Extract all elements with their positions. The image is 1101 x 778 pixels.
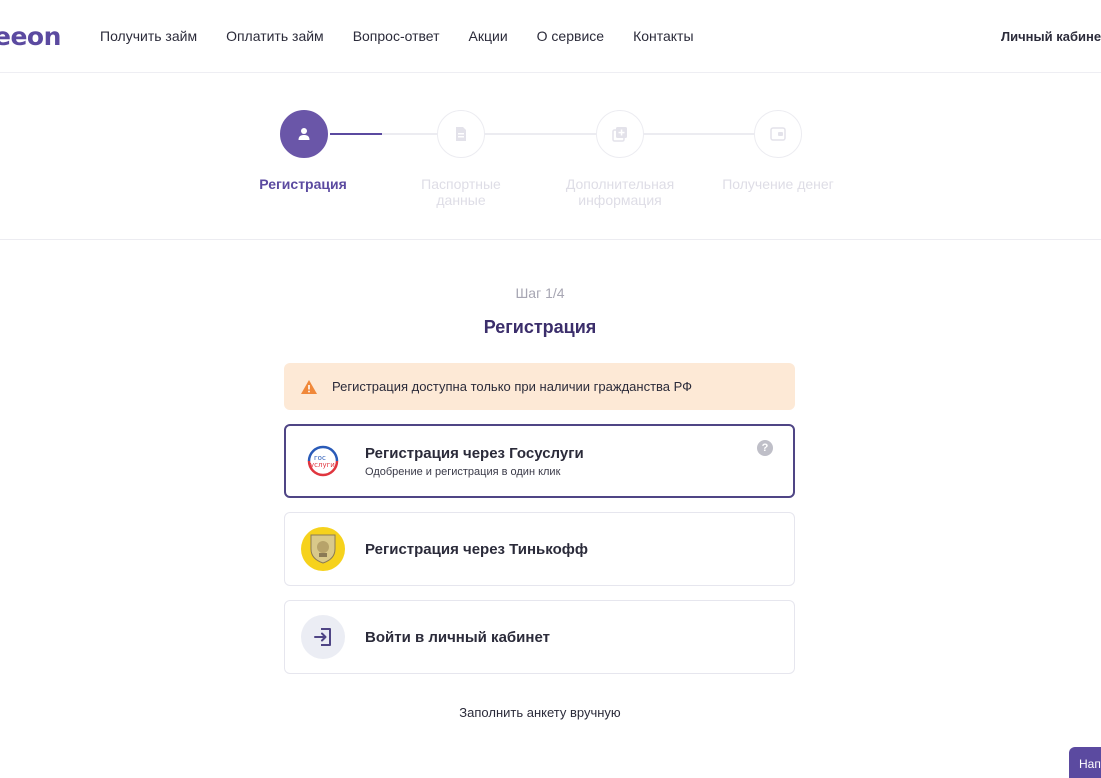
stepper-line bbox=[644, 133, 754, 135]
nav-pay-loan[interactable]: Оплатить займ bbox=[226, 28, 324, 44]
warning-icon bbox=[301, 379, 317, 394]
wallet-icon bbox=[770, 127, 786, 141]
site-header: eeon Получить займ Оплатить займ Вопрос-… bbox=[0, 0, 1101, 72]
nav-faq[interactable]: Вопрос-ответ bbox=[353, 28, 440, 44]
nav-about[interactable]: О сервисе bbox=[537, 28, 604, 44]
stepper-progress-line bbox=[330, 133, 382, 135]
tinkoff-shield-icon bbox=[310, 534, 336, 564]
login-option-title: Войти в личный кабинет bbox=[365, 628, 550, 646]
nav-get-loan[interactable]: Получить займ bbox=[100, 28, 197, 44]
step-label-registration: Регистрация bbox=[259, 176, 347, 192]
user-icon bbox=[298, 128, 310, 140]
logo[interactable]: eeon bbox=[0, 22, 61, 51]
tinkoff-option-title: Регистрация через Тинькофф bbox=[365, 540, 588, 558]
login-icon bbox=[301, 615, 345, 659]
step-label-get-money: Получение денег bbox=[722, 176, 834, 192]
main-nav: Получить займ Оплатить займ Вопрос-ответ… bbox=[100, 28, 723, 44]
citizenship-warning: Регистрация доступна только при наличии … bbox=[284, 363, 795, 410]
gosuslugi-registration-button[interactable]: гос услуги Регистрация через Госуслуги О… bbox=[284, 424, 795, 498]
step-counter: Шаг 1/4 bbox=[515, 285, 565, 301]
nav-promotions[interactable]: Акции bbox=[469, 28, 508, 44]
step-registration bbox=[280, 110, 328, 158]
page-title: Регистрация bbox=[483, 317, 597, 337]
personal-cabinet-link[interactable]: Личный кабине bbox=[1001, 29, 1101, 44]
tinkoff-logo-icon bbox=[301, 527, 345, 571]
fill-form-manually-link[interactable]: Заполнить анкету вручную bbox=[0, 705, 1080, 720]
add-info-icon bbox=[612, 127, 627, 142]
registration-stepper: Регистрация Паспортные данные Дополнител… bbox=[0, 72, 1101, 240]
warning-text: Регистрация доступна только при наличии … bbox=[332, 379, 693, 394]
step-label-additional-info: Дополнительная информация bbox=[565, 176, 675, 208]
gosuslugi-option-title: Регистрация через Госуслуги bbox=[365, 444, 584, 462]
tinkoff-registration-button[interactable]: Регистрация через Тинькофф bbox=[284, 512, 795, 586]
stepper-line bbox=[382, 133, 437, 135]
stepper-line bbox=[485, 133, 596, 135]
login-cabinet-button[interactable]: Войти в личный кабинет bbox=[284, 600, 795, 674]
gosuslugi-option-subtitle: Одобрение и регистрация в один клик bbox=[365, 465, 561, 478]
document-icon bbox=[456, 127, 466, 141]
step-get-money bbox=[754, 110, 802, 158]
gosuslugi-logo-graphic: гос услуги bbox=[307, 445, 339, 477]
help-icon[interactable]: ? bbox=[757, 440, 773, 456]
gosuslugi-option-text: Регистрация через Госуслуги Одобрение и … bbox=[365, 445, 584, 478]
step-passport bbox=[437, 110, 485, 158]
gosuslugi-logo-text-bottom: услуги bbox=[310, 461, 335, 469]
login-arrow-icon bbox=[314, 628, 331, 646]
logo-text: eeon bbox=[0, 22, 61, 51]
gosuslugi-logo-icon: гос услуги bbox=[301, 439, 345, 483]
step-additional-info bbox=[596, 110, 644, 158]
step-label-passport: Паспортные данные bbox=[421, 176, 501, 208]
nav-contacts[interactable]: Контакты bbox=[633, 28, 693, 44]
chat-button[interactable]: Нап bbox=[1069, 747, 1101, 778]
